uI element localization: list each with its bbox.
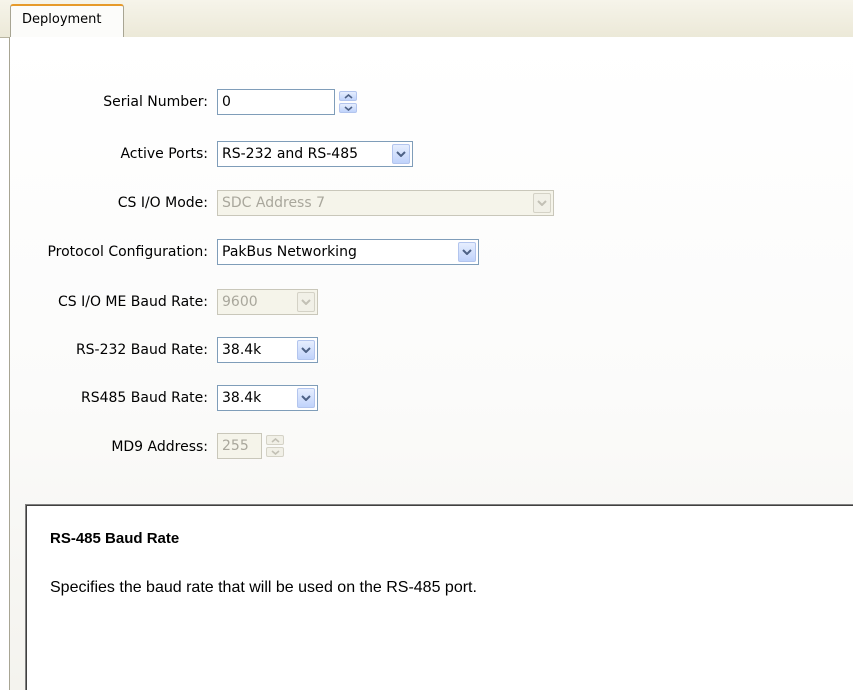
spin-up-icon — [270, 437, 280, 443]
cs-io-mode-label: CS I/O Mode: — [117, 195, 208, 211]
chevron-down-icon — [301, 347, 311, 353]
tab-deployment[interactable]: Deployment — [10, 4, 124, 38]
spin-down-icon — [270, 449, 280, 455]
md9-address-spinner[interactable] — [266, 435, 284, 457]
cs-io-mode-dropdown-button[interactable] — [533, 193, 551, 213]
tab-strip: Deployment — [0, 0, 853, 38]
protocol-configuration-dropdown-button[interactable] — [458, 242, 476, 262]
md9-address-label: MD9 Address: — [111, 439, 208, 455]
spin-up-icon — [343, 93, 353, 99]
chevron-down-icon — [396, 151, 406, 157]
cs-io-me-baud-rate-select[interactable]: 9600 — [217, 289, 318, 315]
tab-deployment-label: Deployment — [22, 12, 102, 27]
spin-down-button[interactable] — [339, 103, 357, 113]
rs485-baud-rate-select[interactable]: 38.4k — [217, 385, 318, 411]
rs232-baud-rate-select[interactable]: 38.4k — [217, 337, 318, 363]
rs485-baud-rate-dropdown-button[interactable] — [297, 388, 315, 408]
spin-down-icon — [343, 105, 353, 111]
rs485-baud-rate-label: RS485 Baud Rate: — [81, 390, 208, 406]
rs232-baud-rate-label: RS-232 Baud Rate: — [75, 342, 208, 358]
spin-down-button[interactable] — [266, 447, 284, 457]
chevron-down-icon — [301, 299, 311, 305]
md9-address-input[interactable]: 255 — [217, 433, 262, 459]
active-ports-select[interactable]: RS-232 and RS-485 — [217, 141, 413, 167]
protocol-configuration-label: Protocol Configuration: — [47, 244, 208, 260]
active-ports-label: Active Ports: — [120, 146, 208, 162]
serial-number-spinner[interactable] — [339, 91, 357, 113]
help-panel: RS-485 Baud Rate Specifies the baud rate… — [25, 504, 853, 690]
spin-up-button[interactable] — [266, 435, 284, 445]
chevron-down-icon — [462, 249, 472, 255]
spin-up-button[interactable] — [339, 91, 357, 101]
help-description: Specifies the baud rate that will be use… — [50, 579, 477, 596]
protocol-configuration-select[interactable]: PakBus Networking — [217, 239, 479, 265]
active-ports-dropdown-button[interactable] — [392, 144, 410, 164]
serial-number-input[interactable]: 0 — [217, 89, 335, 115]
chevron-down-icon — [537, 200, 547, 206]
serial-number-label: Serial Number: — [103, 94, 208, 110]
cs-io-mode-select[interactable]: SDC Address 7 — [217, 190, 554, 216]
cs-io-me-baud-rate-label: CS I/O ME Baud Rate: — [57, 294, 208, 310]
rs232-baud-rate-dropdown-button[interactable] — [297, 340, 315, 360]
help-title: RS-485 Baud Rate — [50, 530, 180, 547]
cs-io-me-baud-rate-dropdown-button[interactable] — [297, 292, 315, 312]
chevron-down-icon — [301, 395, 311, 401]
